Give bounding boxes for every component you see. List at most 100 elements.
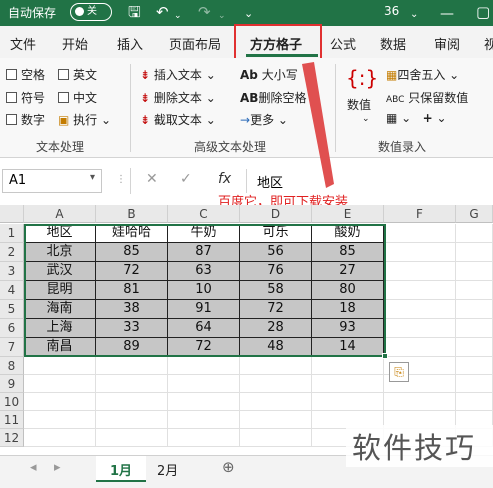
- column-header[interactable]: B: [96, 205, 168, 223]
- empty-cell[interactable]: [168, 357, 240, 375]
- column-header[interactable]: E: [312, 205, 384, 223]
- empty-cell[interactable]: [24, 375, 96, 393]
- empty-cell[interactable]: [384, 243, 456, 262]
- table-header-cell[interactable]: 地区: [24, 224, 96, 243]
- row-header[interactable]: 10: [0, 393, 24, 411]
- table-cell[interactable]: 87: [168, 243, 240, 262]
- empty-cell[interactable]: [384, 224, 456, 243]
- row-header[interactable]: 8: [0, 357, 24, 375]
- empty-cell[interactable]: [96, 393, 168, 411]
- table-cell[interactable]: 72: [168, 338, 240, 357]
- empty-cell[interactable]: [384, 338, 456, 357]
- table-cell[interactable]: 33: [96, 319, 168, 338]
- row-header[interactable]: 5: [0, 300, 24, 319]
- row-header[interactable]: 4: [0, 281, 24, 300]
- table-header-cell[interactable]: 娃哈哈: [96, 224, 168, 243]
- empty-cell[interactable]: [384, 281, 456, 300]
- table-cell[interactable]: 80: [312, 281, 384, 300]
- table-cell[interactable]: 81: [96, 281, 168, 300]
- row-header[interactable]: 2: [0, 243, 24, 262]
- empty-cell[interactable]: [456, 300, 493, 319]
- table-cell[interactable]: 56: [240, 243, 312, 262]
- select-all-corner[interactable]: [0, 205, 24, 223]
- spreadsheet-grid[interactable]: A B C D E F G 1 2 3 4 5 6 7 8 9 10 11 12…: [0, 205, 493, 455]
- table-cell[interactable]: 58: [240, 281, 312, 300]
- row-header[interactable]: 6: [0, 319, 24, 338]
- row-header[interactable]: 7: [0, 338, 24, 357]
- empty-cell[interactable]: [24, 411, 96, 429]
- add-sheet-icon[interactable]: ⊕: [208, 456, 249, 482]
- empty-cell[interactable]: [240, 411, 312, 429]
- empty-cell[interactable]: [24, 393, 96, 411]
- empty-cell[interactable]: [168, 375, 240, 393]
- table-cell[interactable]: 昆明: [24, 281, 96, 300]
- table-cell[interactable]: 48: [240, 338, 312, 357]
- empty-cell[interactable]: [312, 375, 384, 393]
- row-header[interactable]: 9: [0, 375, 24, 393]
- column-header[interactable]: F: [384, 205, 456, 223]
- table-cell[interactable]: 海南: [24, 300, 96, 319]
- empty-cell[interactable]: [240, 393, 312, 411]
- column-header[interactable]: C: [168, 205, 240, 223]
- empty-cell[interactable]: [312, 357, 384, 375]
- empty-cell[interactable]: [24, 429, 96, 447]
- row-header[interactable]: 3: [0, 262, 24, 281]
- empty-cell[interactable]: [96, 375, 168, 393]
- empty-cell[interactable]: [456, 319, 493, 338]
- table-cell[interactable]: 89: [96, 338, 168, 357]
- row-header[interactable]: 11: [0, 411, 24, 429]
- table-cell[interactable]: 93: [312, 319, 384, 338]
- table-cell[interactable]: 18: [312, 300, 384, 319]
- empty-cell[interactable]: [456, 393, 493, 411]
- table-cell[interactable]: 64: [168, 319, 240, 338]
- table-cell[interactable]: 38: [96, 300, 168, 319]
- empty-cell[interactable]: [456, 243, 493, 262]
- table-cell[interactable]: 北京: [24, 243, 96, 262]
- empty-cell[interactable]: [96, 411, 168, 429]
- empty-cell[interactable]: [456, 262, 493, 281]
- column-header[interactable]: A: [24, 205, 96, 223]
- empty-cell[interactable]: [384, 393, 456, 411]
- empty-cell[interactable]: [96, 357, 168, 375]
- table-cell[interactable]: 南昌: [24, 338, 96, 357]
- empty-cell[interactable]: [240, 429, 312, 447]
- sheet-tab-1[interactable]: 1月: [96, 456, 147, 482]
- table-cell[interactable]: 85: [96, 243, 168, 262]
- table-cell[interactable]: 76: [240, 262, 312, 281]
- empty-cell[interactable]: [456, 281, 493, 300]
- column-header[interactable]: G: [456, 205, 493, 223]
- paste-options-icon[interactable]: ⎘: [389, 362, 409, 382]
- empty-cell[interactable]: [384, 262, 456, 281]
- column-header[interactable]: D: [240, 205, 312, 223]
- empty-cell[interactable]: [456, 224, 493, 243]
- table-cell[interactable]: 武汉: [24, 262, 96, 281]
- empty-cell[interactable]: [456, 375, 493, 393]
- row-header[interactable]: 12: [0, 429, 24, 447]
- table-cell[interactable]: 91: [168, 300, 240, 319]
- table-cell[interactable]: 72: [96, 262, 168, 281]
- empty-cell[interactable]: [456, 338, 493, 357]
- table-cell[interactable]: 14: [312, 338, 384, 357]
- table-header-cell[interactable]: 酸奶: [312, 224, 384, 243]
- empty-cell[interactable]: [384, 300, 456, 319]
- empty-cell[interactable]: [456, 357, 493, 375]
- sheet-tab-2[interactable]: 2月: [143, 456, 192, 482]
- table-cell[interactable]: 上海: [24, 319, 96, 338]
- table-cell[interactable]: 85: [312, 243, 384, 262]
- empty-cell[interactable]: [168, 429, 240, 447]
- next-sheet-icon[interactable]: ▸: [40, 456, 75, 482]
- row-header[interactable]: 1: [0, 224, 24, 243]
- table-cell[interactable]: 10: [168, 281, 240, 300]
- empty-cell[interactable]: [240, 375, 312, 393]
- empty-cell[interactable]: [384, 319, 456, 338]
- empty-cell[interactable]: [96, 429, 168, 447]
- empty-cell[interactable]: [168, 411, 240, 429]
- empty-cell[interactable]: [24, 357, 96, 375]
- table-header-cell[interactable]: 牛奶: [168, 224, 240, 243]
- empty-cell[interactable]: [168, 393, 240, 411]
- fill-handle[interactable]: [382, 353, 388, 359]
- empty-cell[interactable]: [312, 393, 384, 411]
- table-cell[interactable]: 72: [240, 300, 312, 319]
- empty-cell[interactable]: [240, 357, 312, 375]
- table-cell[interactable]: 28: [240, 319, 312, 338]
